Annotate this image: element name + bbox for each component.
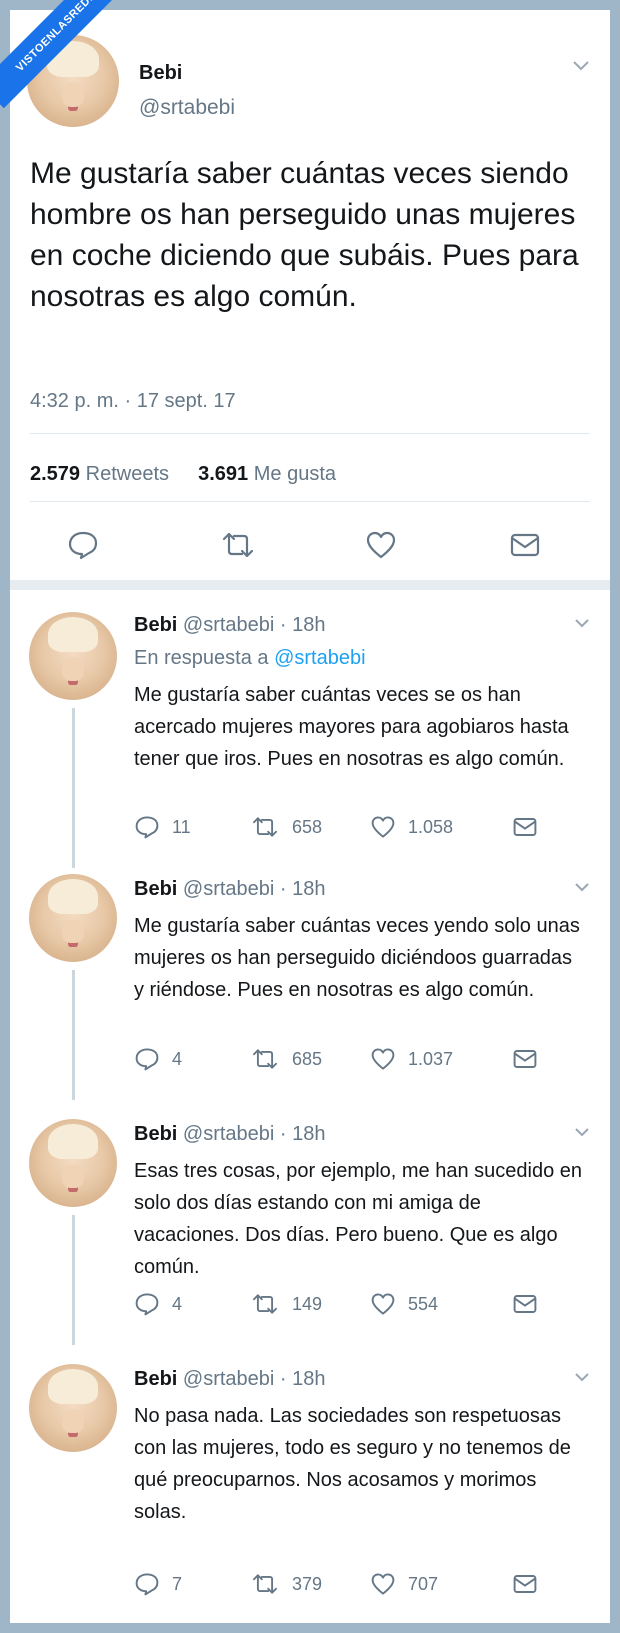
- reply-actions: 7 379 707: [134, 1572, 610, 1602]
- reply-text: Me gustaría saber cuántas veces se os ha…: [134, 684, 569, 770]
- heart-icon[interactable]: [370, 815, 396, 839]
- in-reply-label: En respuesta a: [134, 647, 269, 669]
- reply-header: Bebi @srtabebi · 18h: [134, 1368, 326, 1391]
- reply-icon[interactable]: [67, 530, 99, 565]
- reply-actions: 4 149 554: [134, 1292, 610, 1322]
- retweet-action[interactable]: 658: [250, 815, 322, 839]
- chevron-down-icon[interactable]: [574, 882, 590, 892]
- retweet-action[interactable]: 685: [250, 1047, 322, 1071]
- reply-count: 4: [172, 1293, 183, 1314]
- like-count: 707: [408, 1573, 439, 1594]
- reply-icon[interactable]: [134, 1292, 160, 1316]
- reply-icon[interactable]: [134, 1047, 160, 1071]
- retweet-icon[interactable]: [250, 815, 280, 839]
- retweets-count[interactable]: 2.579: [30, 463, 80, 485]
- reply-header: Bebi @srtabebi · 18h: [134, 878, 326, 901]
- heart-icon[interactable]: [370, 1292, 396, 1316]
- author-name[interactable]: Bebi: [134, 614, 177, 636]
- heart-icon[interactable]: [370, 1572, 396, 1596]
- envelope-icon[interactable]: [512, 1047, 538, 1071]
- divider: [30, 433, 590, 434]
- reply-action[interactable]: 4: [134, 1047, 182, 1071]
- reply-tweet[interactable]: Bebi @srtabebi · 18h No pasa nada. Las s…: [10, 1354, 610, 1623]
- like-count: 554: [408, 1293, 439, 1314]
- heart-icon[interactable]: [365, 530, 397, 565]
- envelope-icon[interactable]: [509, 530, 541, 565]
- reply-count: 4: [172, 1048, 183, 1069]
- reply-count: 11: [172, 816, 191, 837]
- tweet-actions: [10, 530, 610, 570]
- like-action[interactable]: 554: [370, 1292, 438, 1316]
- tweet-text: Me gustaría saber cuántas veces siendo h…: [30, 157, 579, 313]
- avatar[interactable]: [29, 612, 117, 700]
- likes-count[interactable]: 3.691: [198, 463, 248, 485]
- likes-label[interactable]: Me gusta: [254, 463, 336, 485]
- author-meta[interactable]: @srtabebi · 18h: [183, 1368, 326, 1390]
- author-meta[interactable]: @srtabebi · 18h: [183, 614, 326, 636]
- reply-icon[interactable]: [134, 1572, 160, 1596]
- retweet-count: 658: [292, 816, 323, 837]
- avatar[interactable]: [29, 874, 117, 962]
- author-name[interactable]: Bebi: [134, 1368, 177, 1390]
- like-count: 1.037: [408, 1048, 454, 1069]
- retweet-icon[interactable]: [250, 1047, 280, 1071]
- reply-action[interactable]: 7: [134, 1572, 182, 1596]
- author-name[interactable]: Bebi: [134, 878, 177, 900]
- like-count: 1.058: [408, 816, 454, 837]
- thread-line: [72, 1215, 75, 1345]
- like-action[interactable]: 1.037: [370, 1047, 453, 1071]
- reply-text: Me gustaría saber cuántas veces yendo so…: [134, 915, 580, 1001]
- retweet-icon[interactable]: [219, 530, 257, 565]
- reply-tweet[interactable]: Bebi @srtabebi · 18h Me gustaría saber c…: [10, 864, 610, 1109]
- retweet-icon[interactable]: [250, 1572, 280, 1596]
- retweet-count: 379: [292, 1573, 323, 1594]
- like-action[interactable]: 1.058: [370, 815, 453, 839]
- chevron-down-icon[interactable]: [574, 618, 590, 628]
- retweet-action[interactable]: 379: [250, 1572, 322, 1596]
- reply-action[interactable]: 11: [134, 815, 191, 839]
- in-reply-to: En respuesta a @srtabebi: [134, 647, 366, 670]
- chevron-down-icon[interactable]: [574, 1372, 590, 1382]
- reply-count: 7: [172, 1573, 183, 1594]
- reply-actions: 4 685 1.037: [134, 1047, 610, 1077]
- author-name[interactable]: Bebi: [134, 1123, 177, 1145]
- author-handle[interactable]: @srtabebi: [139, 96, 235, 120]
- envelope-icon[interactable]: [512, 1572, 538, 1596]
- author-meta[interactable]: @srtabebi · 18h: [183, 1123, 326, 1145]
- retweet-count: 685: [292, 1048, 323, 1069]
- reply-text: No pasa nada. Las sociedades son respetu…: [134, 1405, 571, 1523]
- reply-text: Esas tres cosas, por ejemplo, me han suc…: [134, 1160, 583, 1278]
- reply-header: Bebi @srtabebi · 18h: [134, 614, 326, 637]
- retweet-action[interactable]: 149: [250, 1292, 322, 1316]
- tweet-timestamp[interactable]: 4:32 p. m. · 17 sept. 17: [30, 390, 236, 413]
- thread-line: [72, 708, 75, 868]
- chevron-down-icon[interactable]: [574, 1127, 590, 1137]
- envelope-icon[interactable]: [512, 815, 538, 839]
- reply-header: Bebi @srtabebi · 18h: [134, 1123, 326, 1146]
- like-action[interactable]: 707: [370, 1572, 438, 1596]
- reply-tweet[interactable]: Bebi @srtabebi · 18h Esas tres cosas, po…: [10, 1109, 610, 1354]
- tweet-stats: 2.579 Retweets 3.691 Me gusta: [30, 463, 336, 486]
- tweet-thread: Bebi @srtabebi Me gustaría saber cuántas…: [10, 10, 610, 1623]
- section-separator: [10, 580, 610, 590]
- chevron-down-icon[interactable]: [572, 60, 590, 72]
- author-meta[interactable]: @srtabebi · 18h: [183, 878, 326, 900]
- main-tweet: Bebi @srtabebi Me gustaría saber cuántas…: [10, 10, 610, 580]
- envelope-icon[interactable]: [512, 1292, 538, 1316]
- reply-icon[interactable]: [134, 815, 160, 839]
- retweets-label[interactable]: Retweets: [86, 463, 169, 485]
- retweet-icon[interactable]: [250, 1292, 280, 1316]
- heart-icon[interactable]: [370, 1047, 396, 1071]
- retweet-count: 149: [292, 1293, 323, 1314]
- reply-actions: 11 658 1.058: [134, 815, 610, 845]
- avatar[interactable]: [29, 1119, 117, 1207]
- divider: [30, 501, 590, 502]
- in-reply-mention[interactable]: @srtabebi: [274, 647, 365, 669]
- reply-tweet[interactable]: Bebi @srtabebi · 18h En respuesta a @srt…: [10, 590, 610, 868]
- avatar[interactable]: [29, 1364, 117, 1452]
- thread-line: [72, 970, 75, 1100]
- reply-action[interactable]: 4: [134, 1292, 182, 1316]
- author-name[interactable]: Bebi: [139, 62, 182, 85]
